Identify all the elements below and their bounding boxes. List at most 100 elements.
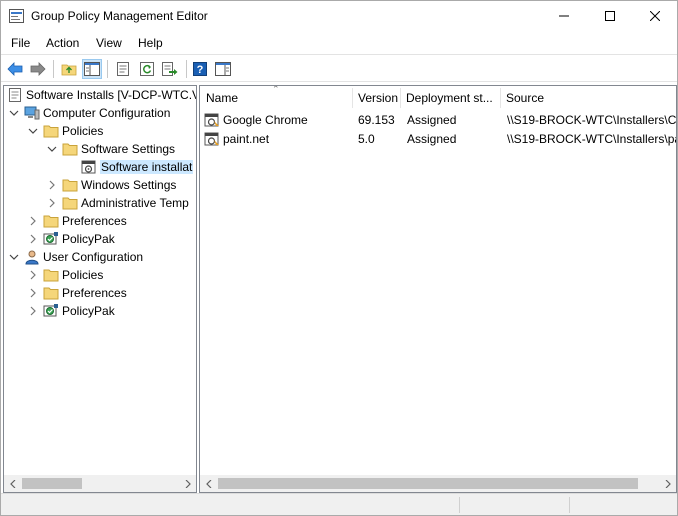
package-icon [204,131,220,150]
scrollbar-thumb[interactable] [218,478,638,489]
refresh-button[interactable] [137,59,157,79]
gpme-app-icon [9,9,24,23]
chevron-right-icon[interactable] [46,197,58,209]
help-icon: ? [193,62,207,76]
tree-horizontal-scrollbar[interactable] [4,475,196,492]
column-header-source[interactable]: Source [500,86,676,110]
folder-icon [62,177,78,193]
software-installation-icon [81,159,97,175]
show-hide-action-pane-button[interactable] [213,59,233,79]
cell-source: \\S19-BROCK-WTC\Installers\Ch [507,113,677,127]
menu-action[interactable]: Action [46,36,79,50]
policypak-icon [43,303,59,319]
chevron-down-icon[interactable] [46,143,58,155]
cell-version: 5.0 [358,132,375,146]
status-bar-divider [569,497,570,513]
scroll-left-icon[interactable] [4,475,21,492]
menu-view[interactable]: View [96,36,122,50]
close-button[interactable] [632,1,678,31]
menu-file[interactable]: File [11,36,30,50]
chevron-down-icon[interactable] [27,125,39,137]
folder-icon [62,195,78,211]
list-horizontal-scrollbar[interactable] [200,475,676,492]
tree-item-uc-policies[interactable]: Policies [27,266,103,284]
scrollbar-thumb[interactable] [22,478,82,489]
scroll-right-icon[interactable] [179,475,196,492]
cell-name: Google Chrome [223,113,308,127]
toolbar-separator [186,60,187,78]
gpo-document-icon [7,87,23,103]
tree-item-uc-preferences[interactable]: Preferences [27,284,127,302]
list-row-google-chrome[interactable]: Google Chrome 69.153 Assigned \\S19-BROC… [200,111,677,131]
menu-help[interactable]: Help [138,36,163,50]
user-icon [24,249,40,265]
minimize-icon [559,15,569,17]
folder-icon [43,123,59,139]
cell-deployment-state: Assigned [407,132,457,146]
minimize-button[interactable] [541,1,587,31]
package-icon [204,112,220,131]
app-window: Group Policy Management Editor File Acti… [0,0,678,516]
export-list-icon [162,62,178,76]
tree-item-administrative-templates[interactable]: Administrative Temp [46,194,189,212]
back-button[interactable] [5,59,25,79]
menu-bar: File Action View Help [1,32,677,54]
chevron-right-icon[interactable] [27,215,39,227]
status-bar [1,493,677,515]
scroll-left-icon[interactable] [200,475,217,492]
forward-icon [30,62,46,76]
folder-icon [43,285,59,301]
chevron-down-icon[interactable] [8,107,20,119]
tree-item-cc-policies[interactable]: Policies [27,122,103,140]
chevron-right-icon[interactable] [46,179,58,191]
chevron-right-icon[interactable] [27,305,39,317]
window-title: Group Policy Management Editor [31,9,208,23]
tree-item-user-configuration[interactable]: User Configuration [8,248,143,266]
cell-name: paint.net [223,132,270,146]
up-folder-icon [61,64,77,76]
tree-item-uc-policypak[interactable]: PolicyPak [27,302,115,320]
show-hide-console-tree-button[interactable] [82,59,102,79]
back-icon [7,62,23,76]
tree-item-cc-policypak[interactable]: PolicyPak [27,230,115,248]
tree-item-software-installation[interactable]: Software installat [81,158,194,176]
tree-item-software-settings[interactable]: Software Settings [46,140,175,158]
column-header-deployment-state[interactable]: Deployment st... [400,86,500,110]
folder-icon [62,141,78,157]
folder-icon [43,267,59,283]
up-one-level-button[interactable] [59,59,79,79]
sort-ascending-icon: ⌃ [272,86,280,94]
maximize-button[interactable] [587,1,633,31]
chevron-right-icon[interactable] [27,269,39,281]
cell-deployment-state: Assigned [407,113,457,127]
computer-icon [24,105,40,121]
title-bar: Group Policy Management Editor [1,1,677,32]
toolbar: ? [1,54,677,82]
properties-icon [117,62,129,76]
tree-item-computer-configuration[interactable]: Computer Configuration [8,104,170,122]
refresh-icon [140,62,154,76]
cell-version: 69.153 [358,113,395,127]
help-button[interactable]: ? [190,59,210,79]
forward-button[interactable] [28,59,48,79]
chevron-right-icon[interactable] [27,233,39,245]
cell-source: \\S19-BROCK-WTC\Installers\pa [507,132,677,146]
list-row-paint-net[interactable]: paint.net 5.0 Assigned \\S19-BROCK-WTC\I… [200,130,677,150]
tree-item-cc-preferences[interactable]: Preferences [27,212,127,230]
policypak-icon [43,231,59,247]
scroll-right-icon[interactable] [659,475,676,492]
toolbar-separator [107,60,108,78]
show-action-pane-icon [215,62,231,76]
chevron-right-icon[interactable] [27,287,39,299]
status-bar-divider [459,497,460,513]
column-header-name[interactable]: ⌃ Name [200,86,352,110]
chevron-down-icon[interactable] [8,251,20,263]
maximize-icon [605,11,615,21]
properties-button[interactable] [113,59,133,79]
tree-item-root[interactable]: Software Installs [V-DCP-WTC.V [7,86,196,104]
details-list[interactable]: ⌃ Name Version Deployment st... Source G… [199,85,677,493]
export-list-button[interactable] [160,59,180,79]
tree-item-windows-settings[interactable]: Windows Settings [46,176,176,194]
column-header-version[interactable]: Version [352,86,400,110]
console-tree[interactable]: Software Installs [V-DCP-WTC.V Computer … [3,85,197,493]
